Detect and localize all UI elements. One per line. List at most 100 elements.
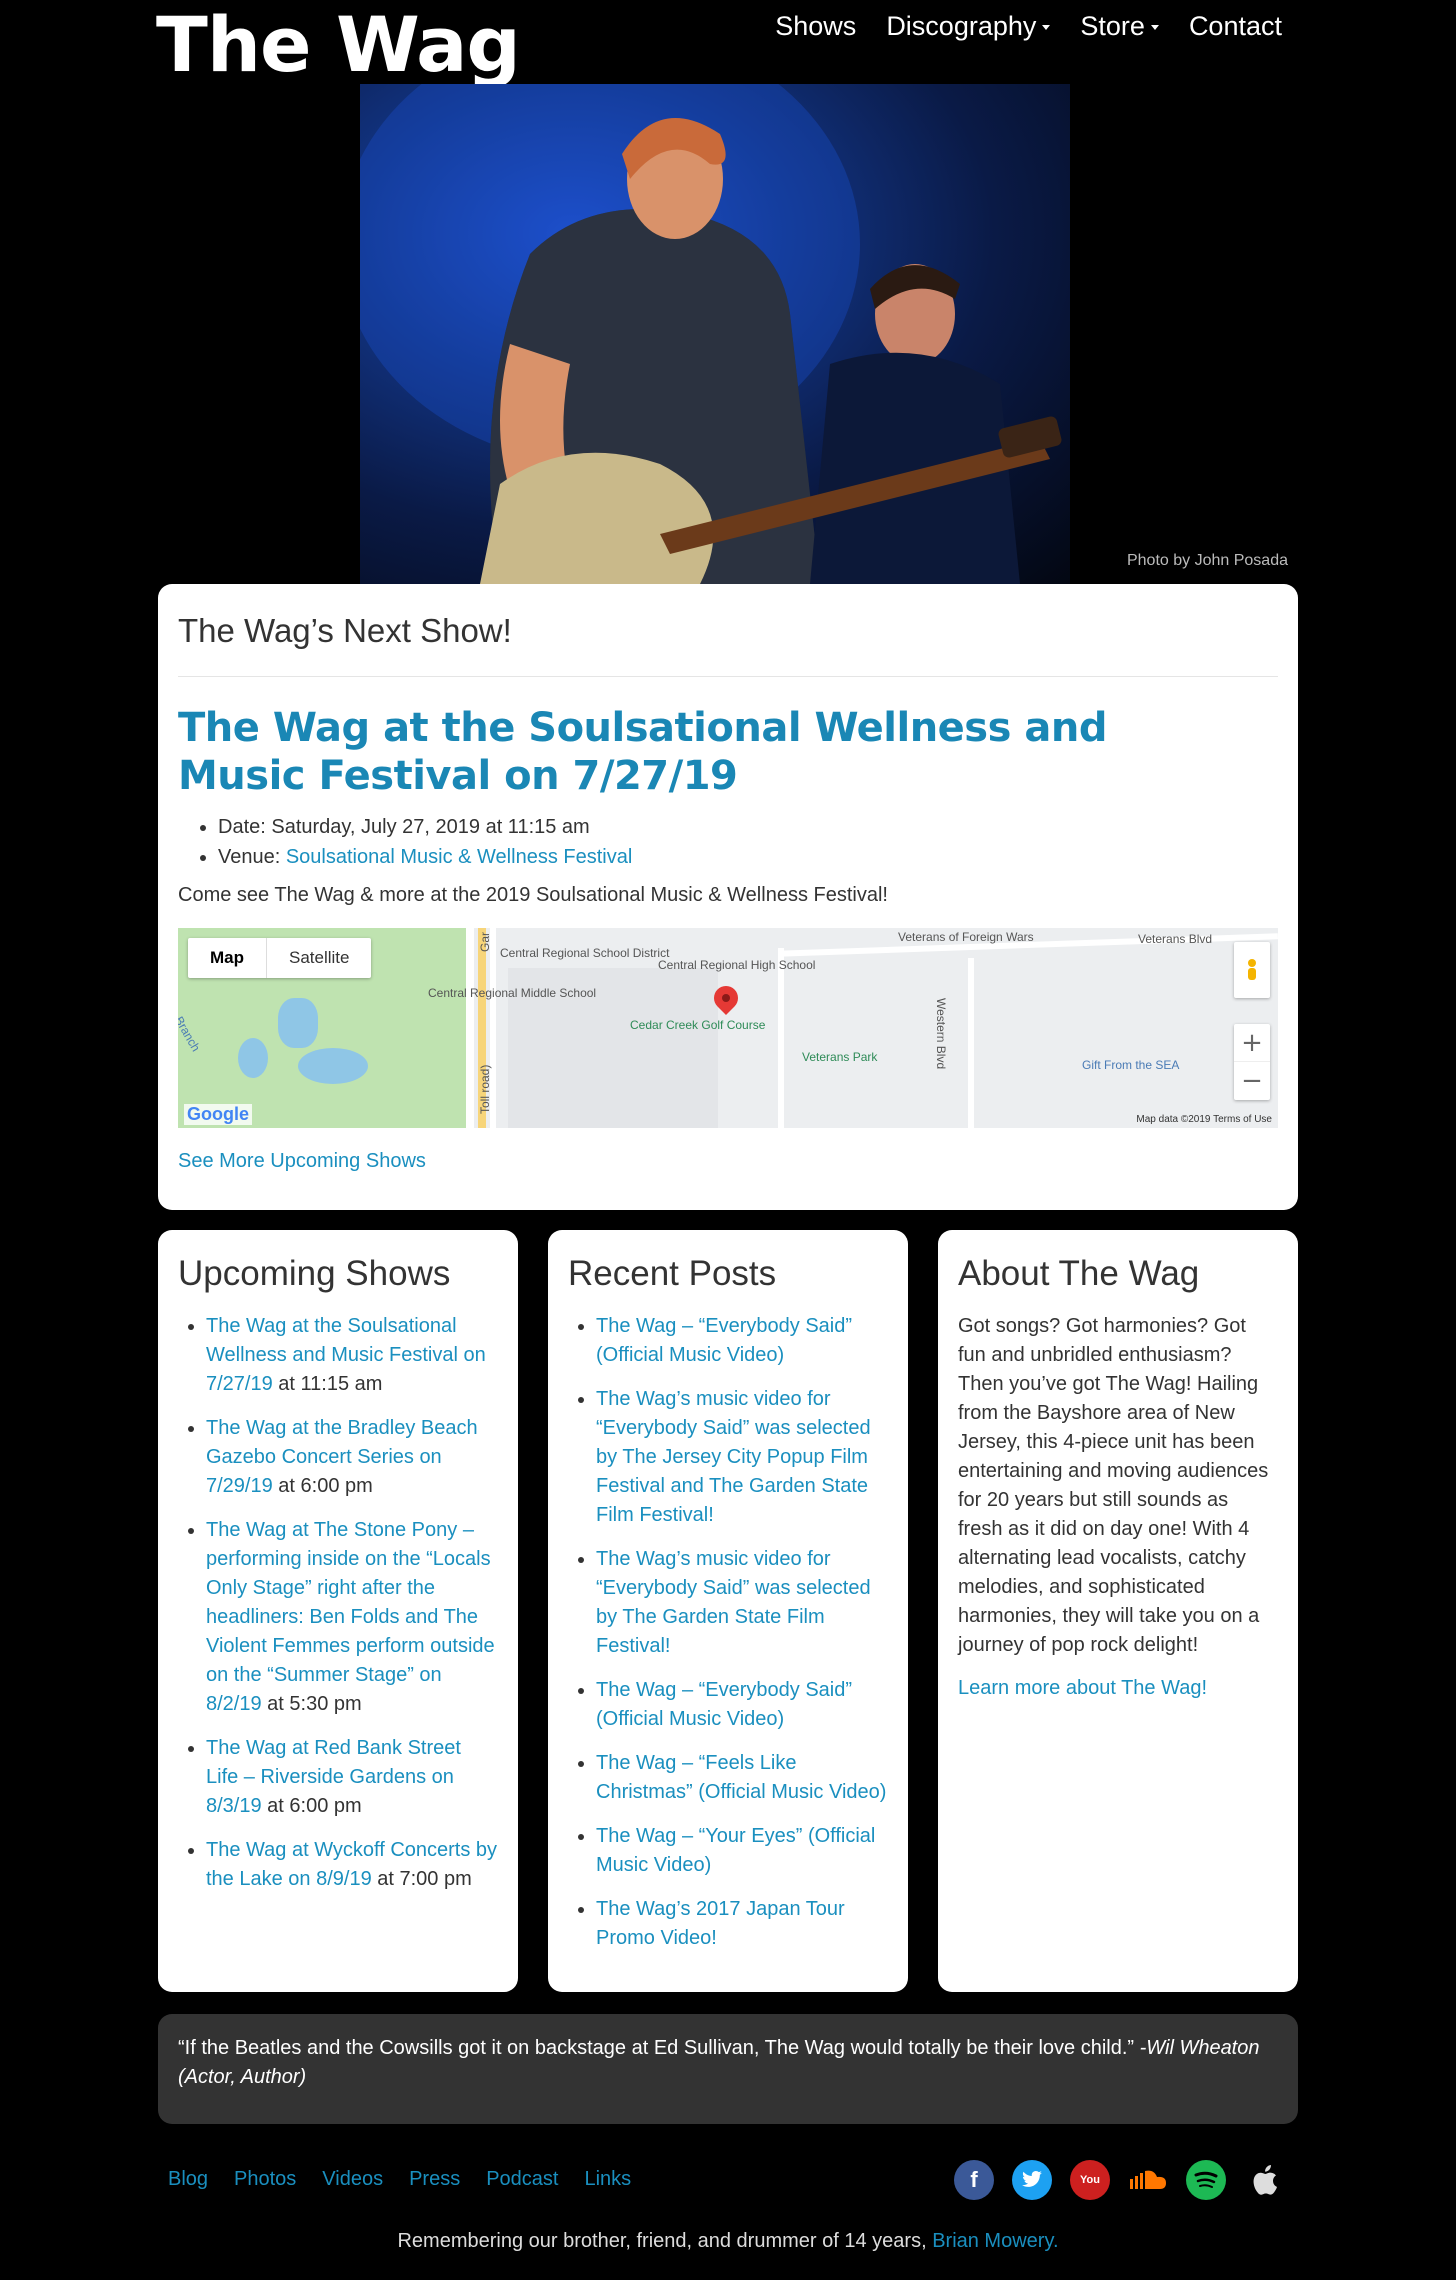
list-item: The Wag – “Everybody Said” (Official Mus… [596, 1312, 888, 1370]
learn-more-link[interactable]: Learn more about The Wag! [958, 1677, 1207, 1699]
spotify-icon[interactable] [1186, 2160, 1226, 2200]
post-link[interactable]: The Wag’s music video for “Everybody Sai… [596, 1388, 871, 1526]
upcoming-shows-list: The Wag at the Soulsational Wellness and… [178, 1312, 498, 1894]
map-type-map-button[interactable]: Map [188, 938, 266, 978]
map-water [278, 998, 318, 1048]
footer-link-press[interactable]: Press [409, 2168, 460, 2191]
social-links: f You [954, 2160, 1284, 2200]
post-link[interactable]: The Wag – “Your Eyes” (Official Music Vi… [596, 1825, 875, 1876]
memorial-link[interactable]: Brian Mowery. [932, 2230, 1058, 2252]
list-item: The Wag’s 2017 Japan Tour Promo Video! [596, 1895, 888, 1953]
map-label: Central Regional Middle School [428, 986, 597, 1000]
about-widget: About The Wag Got songs? Got harmonies? … [938, 1230, 1298, 1992]
map-road [466, 928, 474, 1128]
map-label: Gar [478, 931, 492, 952]
youtube-icon[interactable]: You [1070, 2160, 1110, 2200]
testimonial-quote: “If the Beatles and the Cowsills got it … [158, 2014, 1298, 2124]
upcoming-shows-widget: Upcoming Shows The Wag at the Soulsation… [158, 1230, 518, 1992]
event-venue: Venue: Soulsational Music & Wellness Fes… [218, 842, 632, 872]
venue-link[interactable]: Soulsational Music & Wellness Festival [286, 846, 632, 868]
show-time: at 5:30 pm [261, 1693, 362, 1715]
next-show-heading: The Wag’s Next Show! [178, 612, 512, 649]
show-time: at 6:00 pm [261, 1795, 362, 1817]
map-attribution[interactable]: Map data ©2019 Terms of Use [1136, 1114, 1272, 1125]
recent-posts-list: The Wag – “Everybody Said” (Official Mus… [568, 1312, 888, 1953]
zoom-out-icon[interactable]: − [1234, 1062, 1270, 1100]
map-label: Toll road) [478, 1064, 492, 1114]
see-more-shows-link[interactable]: See More Upcoming Shows [178, 1150, 426, 1173]
about-link-wrap: Learn more about The Wag! [958, 1674, 1278, 1703]
show-time: at 7:00 pm [371, 1868, 472, 1890]
footer-nav: Blog Photos Videos Press Podcast Links [168, 2168, 631, 2191]
nav-discography[interactable]: Discography [886, 8, 1051, 44]
footer-link-links[interactable]: Links [584, 2168, 631, 2191]
event-title-link[interactable]: The Wag at the Soulsational Wellness and… [178, 704, 1218, 800]
show-link[interactable]: The Wag at The Stone Pony – performing i… [206, 1519, 495, 1715]
show-time: at 6:00 pm [272, 1475, 373, 1497]
nav-contact[interactable]: Contact [1189, 8, 1282, 44]
quote-text: “If the Beatles and the Cowsills got it … [178, 2037, 1135, 2059]
post-link[interactable]: The Wag – “Everybody Said” (Official Mus… [596, 1315, 852, 1366]
list-item: The Wag’s music video for “Everybody Sai… [596, 1385, 888, 1530]
nav-shows[interactable]: Shows [775, 8, 856, 44]
map-road [778, 948, 784, 1128]
soundcloud-icon[interactable] [1128, 2160, 1168, 2200]
nav-contact-label: Contact [1188, 11, 1282, 41]
footer-link-podcast[interactable]: Podcast [486, 2168, 558, 2191]
google-logo[interactable]: Google [184, 1104, 252, 1125]
about-heading: About The Wag [958, 1254, 1200, 1293]
post-link[interactable]: The Wag’s music video for “Everybody Sai… [596, 1548, 871, 1657]
map-label: Gift From the SEA [1082, 1058, 1180, 1072]
map-label: Veterans of Foreign Wars [898, 930, 1034, 944]
event-details: Date: Saturday, July 27, 2019 at 11:15 a… [218, 812, 632, 872]
site-header: The Wag Shows Discography Store Contact [0, 0, 1456, 90]
event-map[interactable]: Veterans of Foreign Wars Veterans Blvd C… [178, 928, 1278, 1128]
list-item: The Wag at the Soulsational Wellness and… [206, 1312, 498, 1399]
street-view-pegman-icon[interactable] [1234, 942, 1270, 998]
zoom-controls: + − [1234, 1024, 1270, 1100]
chevron-down-icon [1042, 25, 1051, 31]
nav-store-label: Store [1080, 11, 1145, 41]
footer-link-photos[interactable]: Photos [234, 2168, 296, 2191]
map-type-toggle: Map Satellite [188, 938, 372, 978]
recent-posts-widget: Recent Posts The Wag – “Everybody Said” … [548, 1230, 908, 1992]
venue-label: Venue: [218, 846, 286, 868]
memorial-text: Remembering our brother, friend, and dru… [0, 2230, 1456, 2253]
hero-photo [360, 84, 1070, 584]
nav-store[interactable]: Store [1080, 8, 1159, 44]
map-label: Veterans Blvd [1138, 932, 1213, 946]
apple-icon[interactable] [1244, 2160, 1284, 2200]
footer-link-blog[interactable]: Blog [168, 2168, 208, 2191]
photo-credit: Photo by John Posada [1126, 552, 1288, 569]
map-water [238, 1038, 268, 1078]
list-item: The Wag – “Everybody Said” (Official Mus… [596, 1676, 888, 1734]
list-item: The Wag at Wyckoff Concerts by the Lake … [206, 1836, 498, 1894]
main-nav: Shows Discography Store Contact [775, 8, 1282, 44]
google-logo-text: Google [187, 1104, 249, 1124]
map-label: Central Regional High School [658, 958, 816, 972]
post-link[interactable]: The Wag’s 2017 Japan Tour Promo Video! [596, 1898, 845, 1949]
divider [178, 676, 1278, 677]
map-label: Central Regional School District [500, 946, 670, 960]
list-item: The Wag at Red Bank Street Life – Rivers… [206, 1734, 498, 1821]
map-label: Western Blvd [934, 998, 948, 1070]
map-road [968, 958, 974, 1128]
map-label: Veterans Park [802, 1050, 878, 1064]
nav-discography-label: Discography [886, 11, 1037, 41]
facebook-icon[interactable]: f [954, 2160, 994, 2200]
map-type-satellite-button[interactable]: Satellite [266, 938, 371, 978]
list-item: The Wag at the Bradley Beach Gazebo Conc… [206, 1414, 498, 1501]
map-water [298, 1048, 368, 1084]
post-link[interactable]: The Wag – “Everybody Said” (Official Mus… [596, 1679, 852, 1730]
twitter-icon[interactable] [1012, 2160, 1052, 2200]
post-link[interactable]: The Wag – “Feels Like Christmas” (Offici… [596, 1752, 886, 1803]
band-photo-illustration [360, 84, 1062, 584]
upcoming-shows-heading: Upcoming Shows [178, 1254, 451, 1293]
memorial-text-body: Remembering our brother, friend, and dru… [397, 2230, 933, 2252]
site-logo[interactable]: The Wag [156, 0, 521, 90]
list-item: The Wag – “Feels Like Christmas” (Offici… [596, 1749, 888, 1807]
footer-link-videos[interactable]: Videos [322, 2168, 383, 2191]
zoom-in-icon[interactable]: + [1234, 1024, 1270, 1062]
recent-posts-heading: Recent Posts [568, 1254, 777, 1293]
next-show-card: The Wag’s Next Show! The Wag at the Soul… [158, 584, 1298, 1210]
